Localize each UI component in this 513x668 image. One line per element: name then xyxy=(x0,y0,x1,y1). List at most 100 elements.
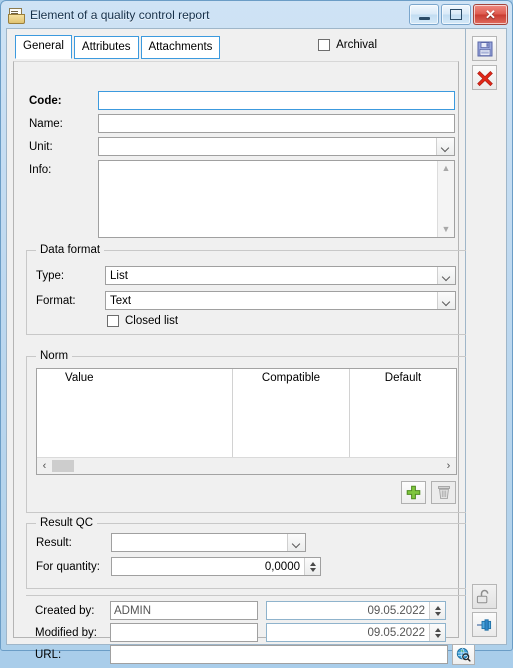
general-tab-panel: Code: Name: Unit: Info: ▲ ▼ Data format … xyxy=(13,61,475,665)
data-format-group: Data format Type: List Format: Text Clos… xyxy=(26,244,468,335)
chevron-down-icon xyxy=(442,145,449,149)
title-bar[interactable]: Element of a quality control report ✕ xyxy=(1,1,512,28)
pin-button[interactable] xyxy=(472,612,497,637)
archival-checkbox-group[interactable]: Archival xyxy=(318,39,377,51)
chevron-down-icon xyxy=(293,541,300,545)
created-date-spinner[interactable]: 09.05.2022 xyxy=(266,601,446,620)
action-sidebar xyxy=(466,28,507,645)
result-value xyxy=(112,534,287,551)
plus-icon xyxy=(406,485,421,500)
unit-value xyxy=(99,138,436,155)
result-combobox[interactable] xyxy=(111,533,306,552)
unlock-button[interactable] xyxy=(472,584,497,609)
code-input[interactable] xyxy=(98,91,455,110)
modified-date-stepper[interactable] xyxy=(429,624,445,641)
norm-column-default[interactable]: Default xyxy=(350,369,456,457)
result-dropdown-button[interactable] xyxy=(287,534,305,551)
norm-hscrollbar[interactable]: ‹ › xyxy=(37,457,456,474)
type-label: Type: xyxy=(36,270,65,282)
tab-attributes-label: Attributes xyxy=(81,41,131,53)
modified-date-spinner[interactable]: 09.05.2022 xyxy=(266,623,446,642)
maximize-button[interactable] xyxy=(441,4,471,25)
info-textarea[interactable] xyxy=(99,161,437,237)
save-button[interactable] xyxy=(472,36,497,61)
for-quantity-label: For quantity: xyxy=(36,561,100,573)
tab-general-label: General xyxy=(23,40,64,52)
name-label: Name: xyxy=(29,118,63,130)
norm-column-value[interactable]: Value xyxy=(37,369,233,457)
format-dropdown-button[interactable] xyxy=(437,292,455,309)
stepper-up-icon[interactable] xyxy=(434,627,441,632)
trash-icon xyxy=(437,486,450,499)
minimize-button[interactable] xyxy=(409,4,439,25)
result-label: Result: xyxy=(36,537,72,549)
close-button[interactable]: ✕ xyxy=(473,4,508,25)
url-input[interactable] xyxy=(110,645,448,664)
scroll-right-icon[interactable]: › xyxy=(441,460,456,472)
norm-grid-body: Value Compatible Default xyxy=(37,369,456,457)
tab-attachments[interactable]: Attachments xyxy=(140,36,221,59)
document-folder-icon xyxy=(8,7,25,24)
stepper-up-icon[interactable] xyxy=(434,605,441,610)
closed-list-checkbox-group[interactable]: Closed list xyxy=(107,315,178,327)
format-label: Format: xyxy=(36,295,76,307)
minimize-icon xyxy=(418,16,430,20)
norm-hscroll-thumb[interactable] xyxy=(52,460,74,472)
scroll-up-icon[interactable]: ▲ xyxy=(442,164,451,173)
audit-block: Created by: 09.05.2022 Modified by: 09.0… xyxy=(26,595,475,668)
tab-bar: General Attributes Attachments xyxy=(15,35,222,59)
modified-by-input xyxy=(110,623,258,642)
stepper-down-icon[interactable] xyxy=(434,633,441,638)
tab-attachments-label: Attachments xyxy=(148,41,213,53)
data-format-caption: Data format xyxy=(36,244,105,256)
stepper-up-icon[interactable] xyxy=(309,561,316,566)
norm-header-value: Value xyxy=(65,372,94,384)
norm-add-button[interactable] xyxy=(401,481,426,504)
scroll-down-icon[interactable]: ▼ xyxy=(442,225,451,234)
type-value: List xyxy=(110,269,128,282)
norm-grid[interactable]: Value Compatible Default ‹ › xyxy=(36,368,457,475)
maximize-icon xyxy=(450,9,462,20)
result-qc-caption: Result QC xyxy=(36,517,98,529)
modified-date-value: 09.05.2022 xyxy=(367,626,425,639)
close-x-icon xyxy=(476,70,493,86)
created-date-value: 09.05.2022 xyxy=(367,604,425,617)
stepper-down-icon[interactable] xyxy=(434,611,441,616)
unit-combobox[interactable] xyxy=(98,137,455,156)
main-client-area: General Attributes Attachments Archival … xyxy=(6,28,475,665)
info-scrollbar[interactable]: ▲ ▼ xyxy=(437,161,454,237)
norm-group: Norm Value Compatible Default ‹ › xyxy=(26,350,468,513)
archival-checkbox[interactable] xyxy=(318,39,331,51)
norm-delete-button[interactable] xyxy=(431,481,456,504)
for-quantity-value[interactable]: 0,0000 xyxy=(112,558,304,575)
tab-attributes[interactable]: Attributes xyxy=(73,36,139,59)
for-quantity-spinner[interactable]: 0,0000 xyxy=(111,557,321,576)
format-combobox[interactable]: Text xyxy=(105,291,456,310)
format-value: Text xyxy=(110,294,132,307)
url-browse-button[interactable] xyxy=(452,644,475,665)
info-label: Info: xyxy=(29,164,52,176)
cancel-button[interactable] xyxy=(472,65,497,90)
stepper-down-icon[interactable] xyxy=(309,567,316,572)
archival-label: Archival xyxy=(336,39,377,51)
unlock-padlock-icon xyxy=(476,589,489,603)
window-body: General Attributes Attachments Archival … xyxy=(1,28,512,665)
created-by-input xyxy=(110,601,258,620)
closed-list-checkbox[interactable] xyxy=(107,315,119,327)
norm-header-default: Default xyxy=(384,372,422,384)
type-dropdown-button[interactable] xyxy=(437,267,455,284)
window-title: Element of a quality control report xyxy=(30,7,210,22)
tab-general[interactable]: General xyxy=(15,35,72,59)
closed-list-label: Closed list xyxy=(125,315,179,327)
unit-dropdown-button[interactable] xyxy=(436,138,454,155)
info-textarea-wrap: ▲ ▼ xyxy=(98,160,455,238)
for-quantity-stepper[interactable] xyxy=(304,558,320,575)
chevron-down-icon xyxy=(443,274,450,278)
chevron-down-icon xyxy=(443,299,450,303)
created-date-stepper[interactable] xyxy=(429,602,445,619)
code-label: Code: xyxy=(29,95,62,107)
type-combobox[interactable]: List xyxy=(105,266,456,285)
name-input[interactable] xyxy=(98,114,455,133)
norm-column-compatible[interactable]: Compatible xyxy=(233,369,350,457)
scroll-left-icon[interactable]: ‹ xyxy=(37,460,52,472)
